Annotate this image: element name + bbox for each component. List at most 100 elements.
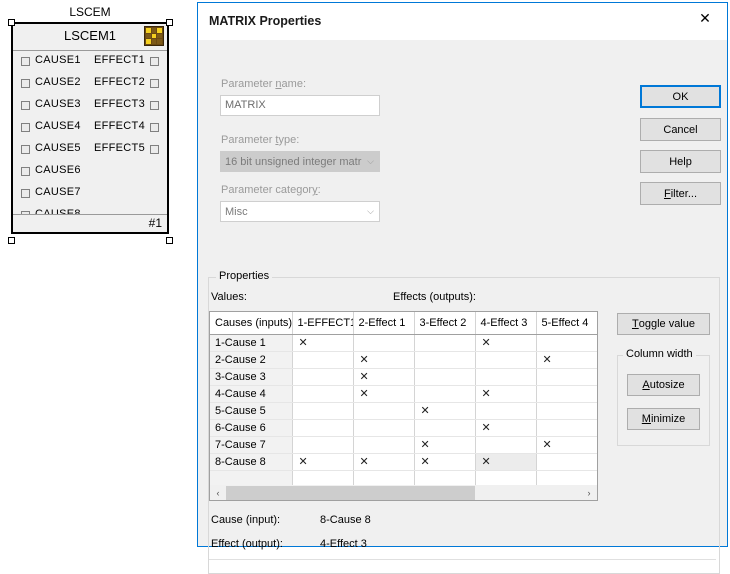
parameter-name-field[interactable]: MATRIX	[220, 95, 380, 116]
row-header-cause[interactable]: 1-Cause 1	[210, 334, 293, 352]
cause-effect-matrix[interactable]: Causes (inputs) 1-EFFECT1 2-Effect 1 3-E…	[209, 311, 598, 501]
matrix-cell[interactable]: ✕	[353, 453, 415, 471]
matrix-cell[interactable]	[536, 402, 597, 420]
output-port-square[interactable]	[150, 145, 159, 154]
matrix-cell[interactable]	[475, 351, 537, 369]
help-button[interactable]: Help	[640, 150, 721, 173]
scrollbar-thumb[interactable]	[226, 485, 475, 500]
column-header-effect[interactable]: 3-Effect 2	[414, 312, 476, 335]
block-footer: #1	[13, 214, 167, 232]
matrix-cell[interactable]: ✕	[414, 436, 476, 454]
input-port-square[interactable]	[21, 101, 30, 110]
parameter-category-select[interactable]: Misc ⌵	[220, 201, 380, 222]
row-header-cause[interactable]: 3-Cause 3	[210, 368, 293, 386]
minimize-button[interactable]: Minimize	[627, 408, 700, 430]
matrix-cell[interactable]: ✕	[414, 402, 476, 420]
matrix-cell[interactable]	[414, 419, 476, 437]
toggle-value-button[interactable]: Toggle value	[617, 313, 710, 335]
matrix-cell[interactable]	[292, 419, 354, 437]
row-header-cause[interactable]: 8-Cause 8	[210, 453, 293, 471]
matrix-cell[interactable]	[414, 368, 476, 386]
selection-handle-bottom-right[interactable]	[166, 237, 173, 244]
column-header-effect[interactable]: 2-Effect 1	[353, 312, 415, 335]
matrix-cell[interactable]	[292, 436, 354, 454]
matrix-cell[interactable]: ✕	[475, 385, 537, 403]
port-row: CAUSE3 EFFECT3	[13, 95, 167, 117]
parameter-type-value: 16 bit unsigned integer matrix	[225, 155, 362, 168]
input-port-square[interactable]	[21, 57, 30, 66]
input-port-square[interactable]	[21, 189, 30, 198]
filter-button[interactable]: Filter...	[640, 182, 721, 205]
matrix-cell[interactable]	[536, 419, 597, 437]
lscem-block[interactable]: LSCEM1 CAUSE1 EFFECT1 CAUSE2 EFFECT2 CAU…	[11, 22, 169, 234]
selection-handle-top-right[interactable]	[166, 19, 173, 26]
matrix-cell[interactable]: ✕	[414, 453, 476, 471]
input-port-square[interactable]	[21, 123, 30, 132]
scroll-right-icon[interactable]: ›	[581, 486, 597, 500]
matrix-cell[interactable]	[353, 334, 415, 352]
column-header-causes[interactable]: Causes (inputs)	[210, 312, 293, 335]
row-header-cause[interactable]: 2-Cause 2	[210, 351, 293, 369]
matrix-cell[interactable]: ✕	[536, 436, 597, 454]
column-header-effect[interactable]: 4-Effect 3	[475, 312, 537, 335]
autosize-button[interactable]: Autosize	[627, 374, 700, 396]
matrix-horizontal-scrollbar[interactable]: ‹ ›	[209, 485, 598, 501]
port-row: CAUSE2 EFFECT2	[13, 73, 167, 95]
cross-mark-icon: ✕	[542, 354, 552, 366]
bottom-divider	[209, 559, 716, 560]
output-port-square[interactable]	[150, 123, 159, 132]
selection-handle-bottom-left[interactable]	[8, 237, 15, 244]
parameter-type-select[interactable]: 16 bit unsigned integer matrix ⌵	[220, 151, 380, 172]
matrix-cell[interactable]	[292, 385, 354, 403]
cross-mark-icon: ✕	[481, 422, 491, 434]
ok-button[interactable]: OK	[640, 85, 721, 108]
scrollbar-track[interactable]	[226, 485, 581, 500]
matrix-cell[interactable]	[353, 436, 415, 454]
matrix-cell[interactable]: ✕	[475, 419, 537, 437]
input-port-square[interactable]	[21, 145, 30, 154]
matrix-cell[interactable]: ✕	[353, 351, 415, 369]
row-header-cause[interactable]: 7-Cause 7	[210, 436, 293, 454]
matrix-cell[interactable]	[292, 368, 354, 386]
matrix-cell[interactable]: ✕	[536, 351, 597, 369]
matrix-cell[interactable]	[536, 385, 597, 403]
matrix-cell[interactable]	[475, 436, 537, 454]
matrix-cell[interactable]	[536, 453, 597, 471]
matrix-cell[interactable]	[353, 402, 415, 420]
column-header-effect[interactable]: 1-EFFECT1	[292, 312, 354, 335]
output-port-square[interactable]	[150, 101, 159, 110]
matrix-cell[interactable]: ✕	[475, 334, 537, 352]
matrix-cell[interactable]: ✕	[353, 368, 415, 386]
output-port-square[interactable]	[150, 79, 159, 88]
row-header-cause[interactable]: 5-Cause 5	[210, 402, 293, 420]
matrix-cell[interactable]	[414, 334, 476, 352]
cancel-button[interactable]: Cancel	[640, 118, 721, 141]
cause-input-label: Cause (input):	[211, 514, 281, 526]
matrix-cell[interactable]: ✕	[475, 453, 537, 471]
matrix-cell[interactable]	[292, 402, 354, 420]
matrix-cell[interactable]	[414, 385, 476, 403]
row-header-cause[interactable]: 4-Cause 4	[210, 385, 293, 403]
matrix-cell[interactable]	[475, 402, 537, 420]
matrix-cell[interactable]	[536, 334, 597, 352]
output-port-square[interactable]	[150, 57, 159, 66]
dialog-titlebar[interactable]: MATRIX Properties ✕	[198, 3, 727, 40]
close-icon[interactable]: ✕	[683, 3, 727, 33]
selection-handle-top-left[interactable]	[8, 19, 15, 26]
matrix-cell[interactable]: ✕	[353, 385, 415, 403]
matrix-cell[interactable]	[536, 368, 597, 386]
matrix-cell[interactable]: ✕	[292, 334, 354, 352]
input-port-square[interactable]	[21, 79, 30, 88]
input-port-label: CAUSE5	[35, 142, 81, 154]
input-port-square[interactable]	[21, 167, 30, 176]
matrix-cell[interactable]	[475, 368, 537, 386]
matrix-cell[interactable]	[414, 351, 476, 369]
port-row: CAUSE1 EFFECT1	[13, 51, 167, 73]
effects-outputs-label: Effects (outputs):	[393, 291, 476, 303]
matrix-cell[interactable]	[353, 419, 415, 437]
matrix-cell[interactable]: ✕	[292, 453, 354, 471]
row-header-cause[interactable]: 6-Cause 6	[210, 419, 293, 437]
matrix-cell[interactable]	[292, 351, 354, 369]
column-header-effect[interactable]: 5-Effect 4	[536, 312, 597, 335]
scroll-left-icon[interactable]: ‹	[210, 486, 226, 500]
